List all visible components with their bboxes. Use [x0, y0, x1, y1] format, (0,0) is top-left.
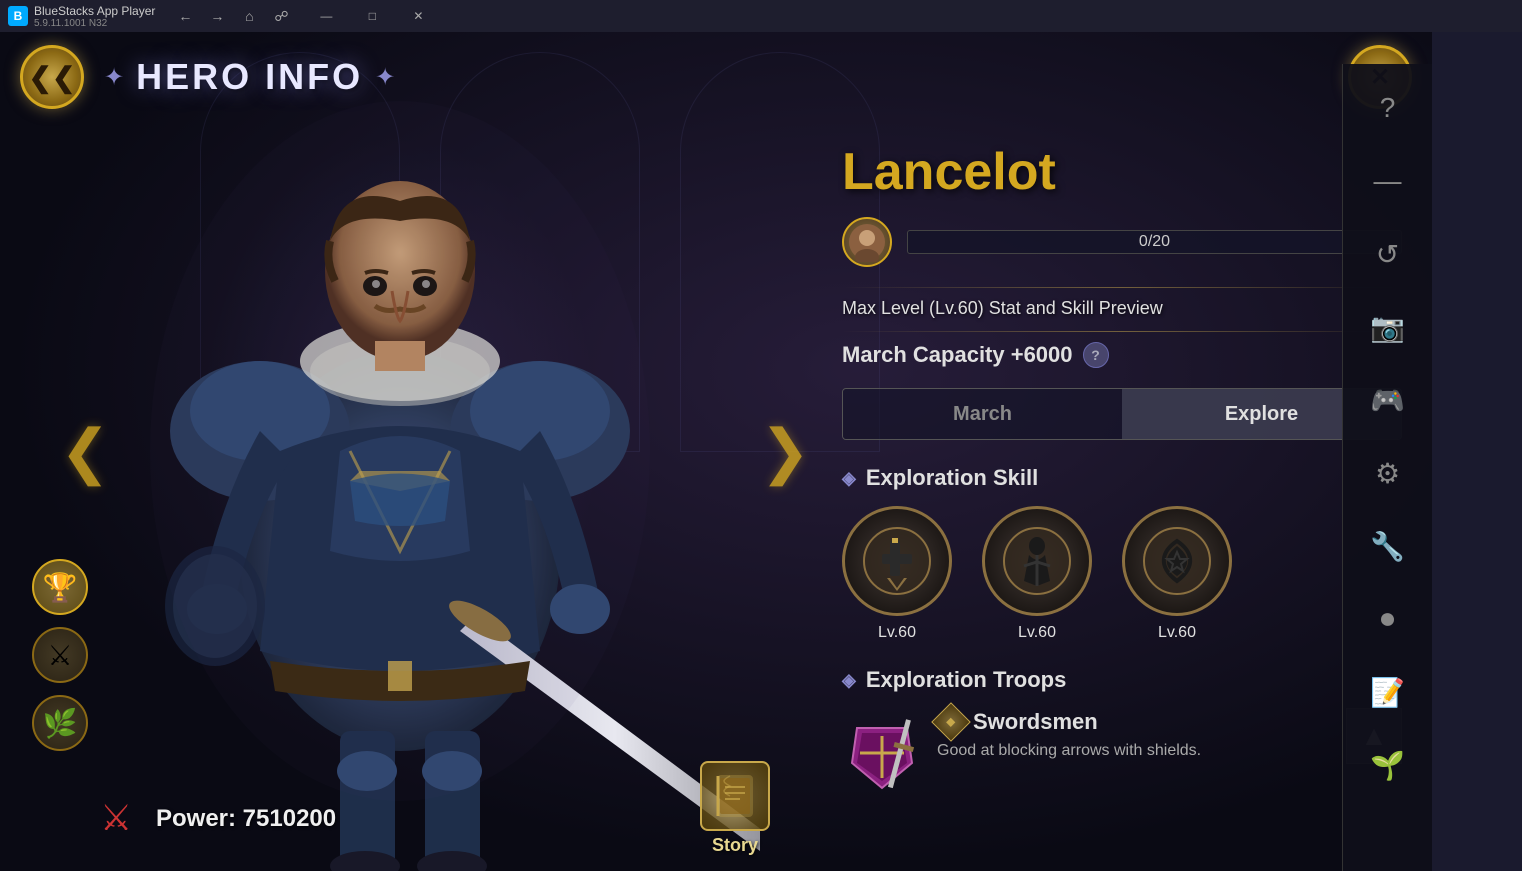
divider-1	[842, 287, 1402, 288]
power-value: Power: 7510200	[156, 805, 336, 833]
maximize-btn[interactable]: □	[349, 0, 395, 32]
page-title: HERO INFO	[136, 56, 363, 98]
march-tab[interactable]: March	[843, 389, 1122, 439]
march-capacity-text: March Capacity +6000	[842, 342, 1073, 368]
right-sidebar: ? — ↺ 📷 🎮 ⚙ 🔧 ⏺ 📝 🌱	[1342, 64, 1432, 871]
story-book-icon	[700, 761, 770, 831]
skills-row: Lv.60 Lv.60	[842, 506, 1402, 642]
header-title-container: ✦ HERO INFO ✦	[104, 56, 395, 98]
nav-leaf-icon[interactable]: 🌿	[32, 695, 88, 751]
xp-text: 0/20	[1139, 233, 1170, 251]
troop-svg-icon	[842, 708, 922, 798]
sidebar-gamepad-icon[interactable]: 🎮	[1354, 366, 1422, 434]
skill-item-2: Lv.60	[982, 506, 1092, 642]
story-button[interactable]: Story	[700, 761, 770, 856]
app-version: 5.9.11.1001 N32	[34, 18, 155, 29]
title-bar: B BlueStacks App Player 5.9.11.1001 N32 …	[0, 0, 1522, 32]
close-window-btn[interactable]: ✕	[395, 0, 441, 32]
exploration-troops-title: ◈ Exploration Troops	[842, 667, 1402, 693]
nav-home-btn[interactable]: ⌂	[235, 2, 263, 30]
troop-name: Swordsmen	[973, 709, 1098, 735]
troops-diamond-icon: ◈	[842, 670, 856, 691]
sidebar-help-icon[interactable]: ?	[1354, 74, 1422, 142]
window-controls: — □ ✕	[303, 0, 441, 32]
skill-3-level: Lv.60	[1158, 624, 1196, 642]
sidebar-settings-icon[interactable]: ⚙	[1354, 439, 1422, 507]
page-header: ❮❮ ✦ HERO INFO ✦ ✕	[0, 32, 1432, 122]
sidebar-macro-icon[interactable]: ⏺	[1354, 585, 1422, 653]
troops-section: ◆ Swordsmen Good at blocking arrows with…	[842, 708, 1402, 798]
left-nav: 🏆 ⚔ 🌿	[32, 559, 88, 751]
skill-item-1: Lv.60	[842, 506, 952, 642]
sidebar-screenshot-icon[interactable]: 📷	[1354, 293, 1422, 361]
story-icon-svg	[710, 771, 760, 821]
sidebar-script-icon[interactable]: 📝	[1354, 658, 1422, 726]
exploration-troops-label: Exploration Troops	[866, 667, 1066, 693]
leaf-icon: 🌿	[43, 707, 78, 740]
nav-bookmark-btn[interactable]: ☍	[267, 2, 295, 30]
trophy-icon: 🏆	[43, 571, 78, 604]
section-diamond-icon: ◈	[842, 468, 856, 489]
hero-avatar	[842, 217, 892, 267]
back-icon: ❮❮	[29, 61, 76, 94]
skill-2-level: Lv.60	[1018, 624, 1056, 642]
march-tab-label: March	[953, 403, 1012, 426]
sidebar-eco-icon[interactable]: 🌱	[1354, 731, 1422, 799]
sword-icon: ⚔	[47, 639, 72, 672]
sidebar-rotate-icon[interactable]: ↺	[1354, 220, 1422, 288]
skill-circle-3[interactable]	[1122, 506, 1232, 616]
header-diamond-left: ✦	[104, 63, 124, 92]
hero-figure-container	[60, 51, 760, 871]
hero-name: Lancelot	[842, 142, 1402, 202]
nav-forward-btn[interactable]: →	[203, 2, 231, 30]
game-area: ❮❮ ✦ HERO INFO ✦ ✕ 🏆 ⚔ 🌿 ❮ ❯ ⚔ Power: 75…	[0, 32, 1432, 871]
next-hero-button[interactable]: ❯	[760, 417, 810, 487]
app-name: BlueStacks App Player	[34, 4, 155, 18]
nav-trophy-icon[interactable]: 🏆	[32, 559, 88, 615]
march-help-icon[interactable]: ?	[1083, 342, 1109, 368]
skill-1-level: Lv.60	[878, 624, 916, 642]
bluestacks-icon: B	[8, 6, 28, 26]
story-label: Story	[712, 835, 758, 856]
sidebar-tools-icon[interactable]: 🔧	[1354, 512, 1422, 580]
exploration-skill-title: ◈ Exploration Skill	[842, 465, 1402, 491]
nav-sword-icon[interactable]: ⚔	[32, 627, 88, 683]
title-nav: ← → ⌂ ☍	[163, 2, 303, 30]
power-display: ⚔ Power: 7510200	[100, 797, 336, 841]
tab-container: March Explore	[842, 388, 1402, 440]
left-arrow-icon: ❮	[60, 418, 110, 485]
xp-area: 0/20	[842, 217, 1402, 267]
troop-info: ◆ Swordsmen Good at blocking arrows with…	[937, 708, 1331, 760]
right-panel: Lancelot 0/20 Max Level (Lv.60) Stat and…	[812, 122, 1432, 871]
max-level-preview: Max Level (Lv.60) Stat and Skill Preview	[842, 298, 1402, 319]
divider-2	[842, 331, 1402, 332]
troop-name-row: ◆ Swordsmen	[937, 708, 1331, 736]
nav-back-btn[interactable]: ←	[171, 2, 199, 30]
skill-circle-2[interactable]	[982, 506, 1092, 616]
hero-svg	[60, 51, 760, 871]
xp-bar: 0/20	[907, 230, 1402, 254]
sidebar-minimize-icon[interactable]: —	[1354, 147, 1422, 215]
minimize-btn[interactable]: —	[303, 0, 349, 32]
troop-description: Good at blocking arrows with shields.	[937, 742, 1331, 760]
back-button[interactable]: ❮❮	[20, 45, 84, 109]
app-logo: B BlueStacks App Player 5.9.11.1001 N32	[0, 4, 163, 29]
explore-tab-label: Explore	[1225, 403, 1298, 426]
prev-hero-button[interactable]: ❮	[60, 417, 110, 487]
skill-item-3: Lv.60	[1122, 506, 1232, 642]
power-swords-icon: ⚔	[100, 797, 144, 841]
exploration-skill-label: Exploration Skill	[866, 465, 1038, 491]
troop-icon-container	[842, 708, 922, 798]
march-capacity-row: March Capacity +6000 ?	[842, 342, 1402, 368]
header-diamond-right: ✦	[375, 63, 395, 92]
skill-circle-1[interactable]	[842, 506, 952, 616]
troop-diamond-icon: ◆	[931, 702, 971, 742]
right-arrow-icon: ❯	[760, 418, 810, 485]
